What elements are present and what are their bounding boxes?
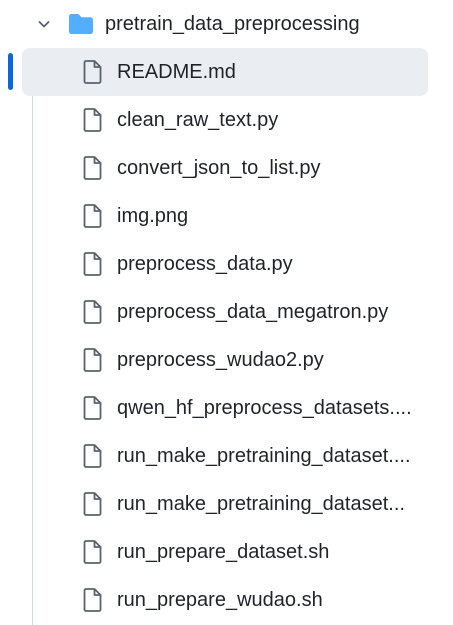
file-row[interactable]: run_prepare_wudao.sh — [22, 576, 428, 624]
file-icon — [83, 252, 102, 276]
file-name: run_prepare_dataset.sh — [117, 541, 330, 563]
file-icon — [83, 60, 102, 84]
file-name: qwen_hf_preprocess_datasets.... — [117, 397, 412, 419]
folder-row[interactable]: pretrain_data_preprocessing — [0, 0, 454, 48]
file-name: preprocess_wudao2.py — [117, 349, 324, 371]
file-row[interactable]: convert_json_to_list.py — [22, 144, 428, 192]
file-icon — [83, 348, 102, 372]
file-icon — [83, 396, 102, 420]
file-name: run_make_pretraining_dataset.... — [117, 445, 411, 467]
file-row[interactable]: run_make_pretraining_dataset... — [22, 480, 428, 528]
file-name: preprocess_data.py — [117, 253, 293, 275]
file-icon — [83, 444, 102, 468]
file-name: README.md — [117, 61, 236, 83]
file-icon — [83, 540, 102, 564]
folder-icon — [69, 14, 93, 34]
file-icon — [83, 588, 102, 612]
file-name: run_make_pretraining_dataset... — [117, 493, 405, 515]
file-row[interactable]: preprocess_data_megatron.py — [22, 288, 428, 336]
file-tree: pretrain_data_preprocessing README.md cle… — [0, 0, 454, 625]
file-name: preprocess_data_megatron.py — [117, 301, 389, 323]
file-icon — [83, 492, 102, 516]
file-icon — [83, 204, 102, 228]
active-item-marker — [8, 53, 13, 90]
file-row[interactable]: img.png — [22, 192, 428, 240]
file-row[interactable]: preprocess_wudao2.py — [22, 336, 428, 384]
file-icon — [83, 300, 102, 324]
file-row[interactable]: qwen_hf_preprocess_datasets.... — [22, 384, 428, 432]
folder-name: pretrain_data_preprocessing — [105, 13, 360, 35]
chevron-down-icon[interactable] — [36, 16, 52, 32]
file-row[interactable]: preprocess_data.py — [22, 240, 428, 288]
file-name: img.png — [117, 205, 189, 227]
file-row[interactable]: README.md — [22, 48, 428, 96]
file-row[interactable]: run_make_pretraining_dataset.... — [22, 432, 428, 480]
file-icon — [83, 108, 102, 132]
file-icon — [83, 156, 102, 180]
file-name: run_prepare_wudao.sh — [117, 589, 323, 611]
file-row[interactable]: run_prepare_dataset.sh — [22, 528, 428, 576]
file-name: clean_raw_text.py — [117, 109, 279, 131]
file-name: convert_json_to_list.py — [117, 157, 321, 179]
file-row[interactable]: clean_raw_text.py — [22, 96, 428, 144]
